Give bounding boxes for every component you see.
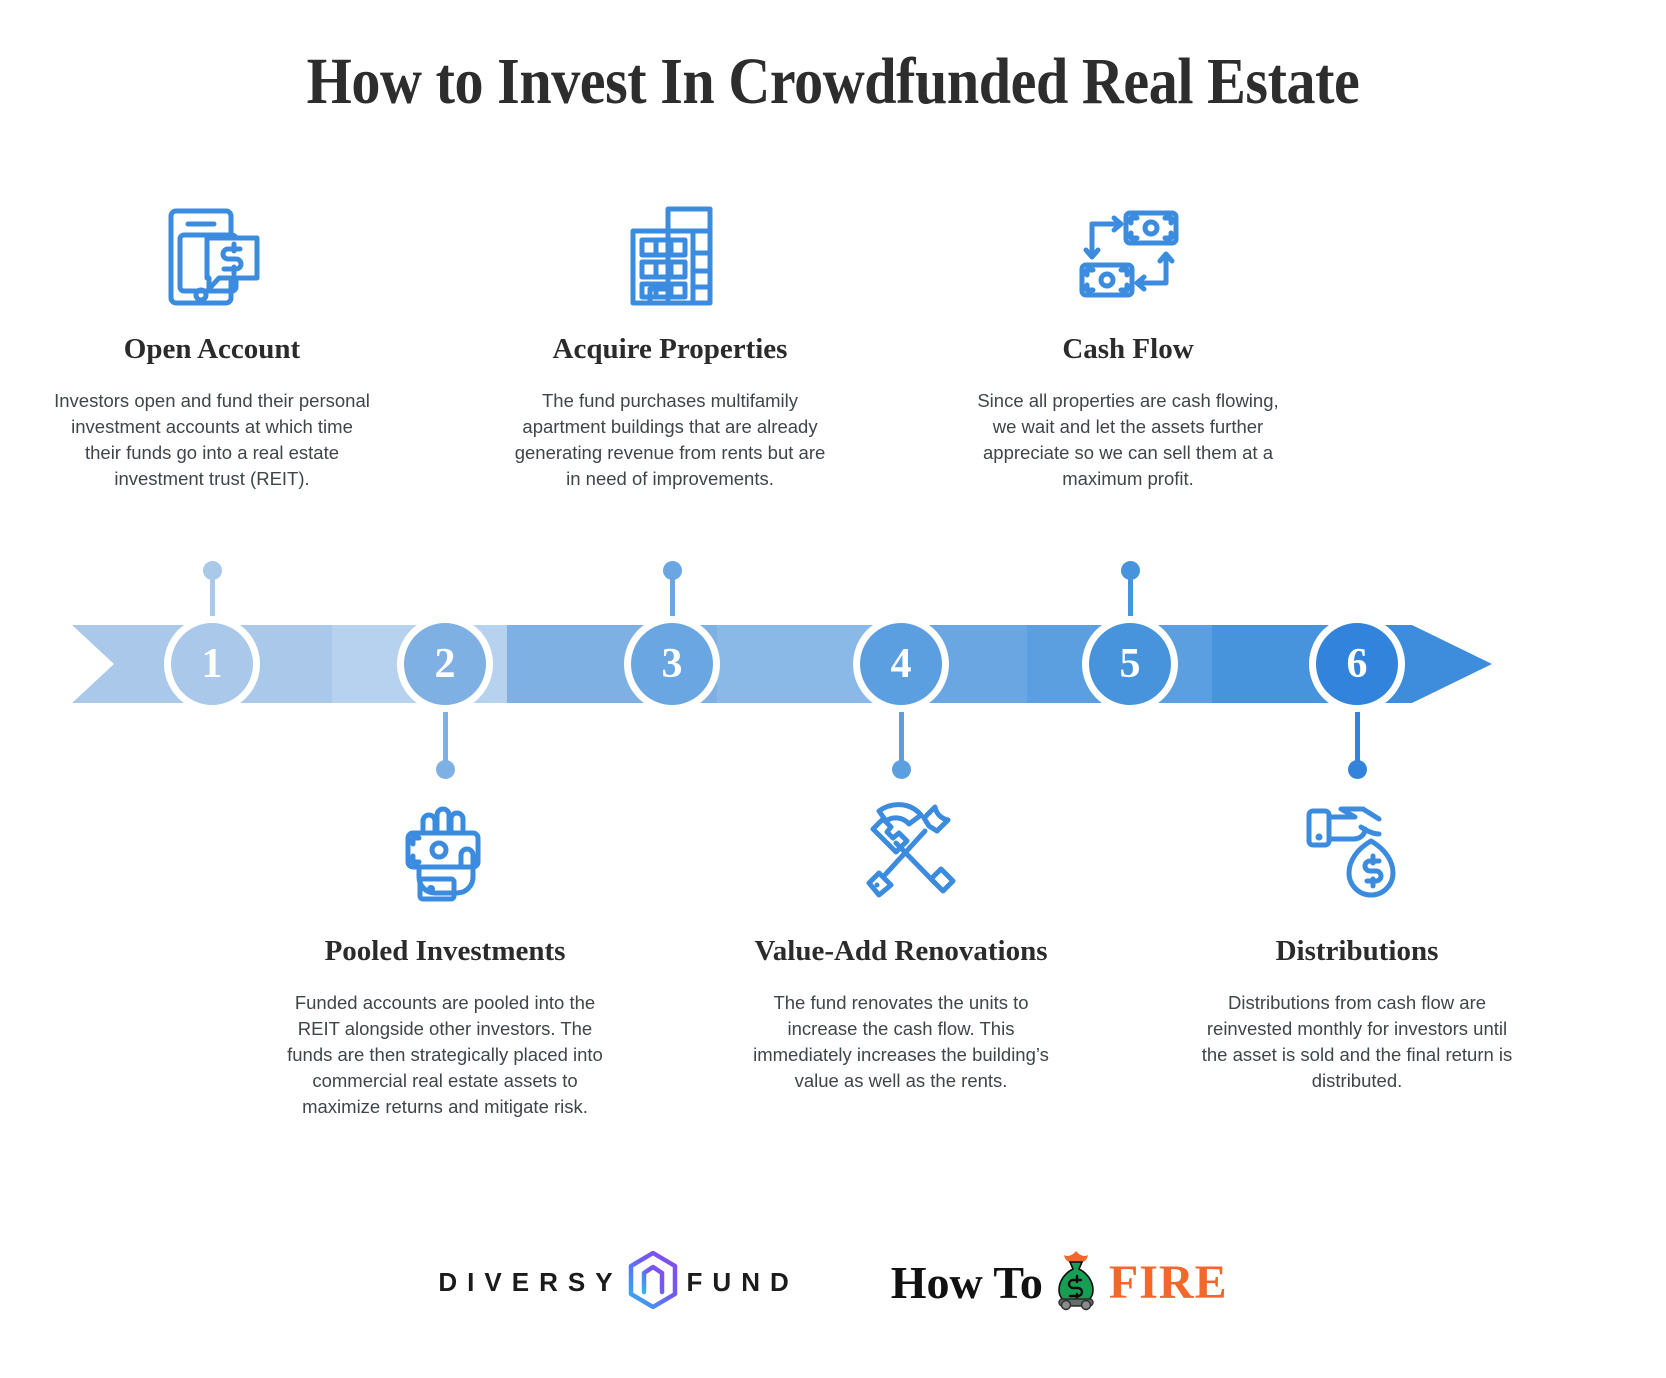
footer-logos: DIVERSY FUND How To FIRE [0,1249,1666,1316]
diversyfund-logo[interactable]: DIVERSY FUND [438,1250,799,1314]
connector-dot [1121,561,1140,580]
step-description: Distributions from cash flow are reinves… [1201,992,1513,1091]
step-column-value-add-renovations: Value-Add Renovations The fund renovates… [736,790,1066,1094]
step-number: 4 [890,641,912,687]
step-marker-4[interactable]: 4 [853,616,949,712]
step-column-distributions: Distributions Distributions from cash fl… [1192,790,1522,1094]
step-marker-5[interactable]: 5 [1082,616,1178,712]
step-title: Distributions [1275,935,1439,967]
step-marker-2[interactable]: 2 [397,616,493,712]
step-marker-1[interactable]: 1 [164,616,260,712]
diversyfund-hexagon-icon [627,1250,679,1314]
fund-wordmark: FUND [686,1267,799,1297]
howto-wordmark: How To [890,1257,1043,1308]
step-title: Value-Add Renovations [754,935,1048,967]
connector-dot [1348,760,1367,779]
infographic-page: How to Invest In Crowdfunded Real Estate [0,0,1666,1378]
money-circulation-icon [963,196,1293,318]
howtofire-logo[interactable]: How To FIRE [891,1249,1228,1316]
hand-money-bag-icon [1192,790,1522,912]
step-description: Since all properties are cash flowing, w… [977,390,1279,489]
step-title: Open Account [123,333,301,365]
page-title: How to Invest In Crowdfunded Real Estate [306,45,1360,118]
connector-dot [892,760,911,779]
step-column-pooled-investments: Pooled Investments Funded accounts are p… [280,790,610,1120]
connector-dot [436,760,455,779]
bottom-steps-row: Pooled Investments Funded accounts are p… [0,790,1666,1130]
hand-holding-cash-icon [280,790,610,912]
mobile-payment-icon [47,196,377,318]
step-column-acquire-properties: Acquire Properties The fund purchases mu… [505,196,835,492]
step-number: 2 [434,641,456,687]
step-title: Acquire Properties [552,333,788,365]
connector-dot [663,561,682,580]
step-marker-3[interactable]: 3 [624,616,720,712]
apartment-building-icon [505,196,835,318]
step-description: The fund purchases multifamily apartment… [514,390,826,489]
step-number: 3 [661,641,683,687]
step-description: Investors open and fund their personal i… [54,390,370,489]
diversy-wordmark: DIVERSY [438,1267,623,1297]
step-column-open-account: Open Account Investors open and fund the… [47,196,377,492]
timeline-banner [72,625,1492,703]
step-description: The fund renovates the units to increase… [753,992,1049,1091]
hammer-wrench-icon [736,790,1066,912]
step-marker-6[interactable]: 6 [1309,616,1405,712]
step-title: Cash Flow [1062,333,1194,365]
step-number: 5 [1119,641,1141,687]
connector-dot [203,561,222,580]
fire-wordmark: FIRE [1108,1256,1228,1309]
step-number: 6 [1346,641,1368,687]
step-description: Funded accounts are pooled into the REIT… [287,992,603,1117]
money-bag-flame-icon [1053,1249,1099,1316]
step-column-cash-flow: Cash Flow Since all properties are cash … [963,196,1293,492]
step-number: 1 [201,641,223,687]
step-title: Pooled Investments [324,935,566,967]
top-steps-row: Open Account Investors open and fund the… [0,196,1666,546]
